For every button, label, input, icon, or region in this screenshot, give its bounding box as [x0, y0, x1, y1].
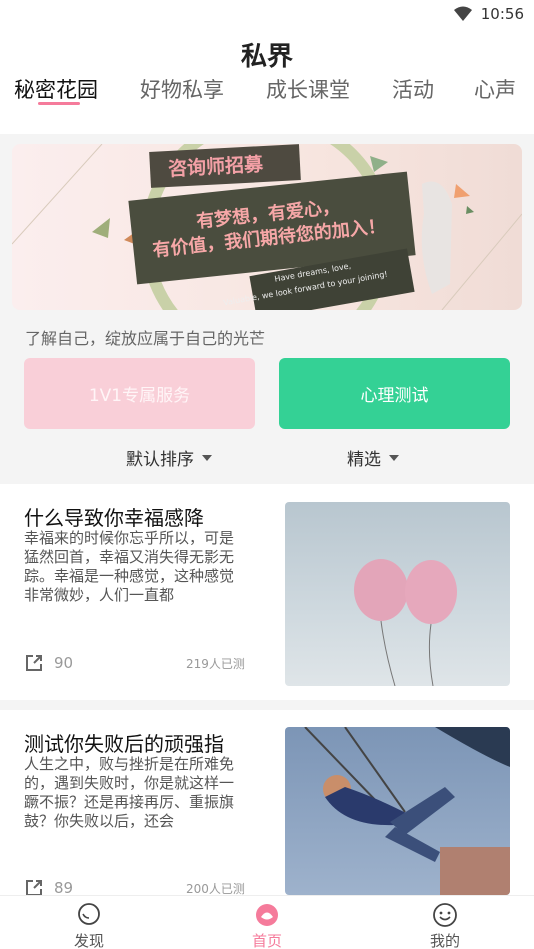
- banner-subtitle: 了解自己，绽放应属于自己的光芒: [25, 329, 266, 348]
- page-title: 私界: [240, 42, 293, 72]
- tab-goods[interactable]: 好物私享: [140, 74, 224, 104]
- featured-label: 精选: [347, 450, 381, 470]
- share-count: 90: [54, 654, 74, 672]
- recruit-banner[interactable]: 咨询师招募 有梦想，有爱心， 有价值，我们期待您的加入！ Have dreams…: [12, 144, 522, 310]
- main-area: 咨询师招募 有梦想，有爱心， 有价值，我们期待您的加入！ Have dreams…: [0, 134, 534, 484]
- tab-activity[interactable]: 活动: [392, 74, 434, 104]
- card-title: 什么导致你幸福感降: [24, 506, 204, 530]
- active-tab-indicator: [38, 102, 80, 105]
- caret-down-icon: [202, 454, 212, 461]
- list-item[interactable]: 测试你失败后的顽强指 人生之中，败与挫折是在所难免的，遇到失败时，你是就这样一蹶…: [0, 710, 534, 897]
- tab-voice[interactable]: 心声: [474, 74, 516, 104]
- nav-discover-label: 发现: [73, 932, 104, 949]
- card-description: 人生之中，败与挫折是在所难免的，遇到失败时，你是就这样一蹶不振？还是再接再厉、重…: [24, 755, 235, 830]
- tab-growth-class[interactable]: 成长课堂: [266, 74, 350, 104]
- card-description: 幸福来的时候你忘乎所以，可是猛然回首，幸福又消失得无影无踪。幸福是一种感觉，这种…: [24, 529, 235, 604]
- status-time: 10:56: [480, 5, 524, 23]
- home-icon: [256, 904, 278, 926]
- nav-mine[interactable]: 我的: [400, 902, 490, 949]
- share-button[interactable]: 90: [24, 653, 73, 673]
- nav-discover[interactable]: 发现: [44, 902, 134, 949]
- featured-dropdown[interactable]: 精选: [347, 445, 399, 470]
- sort-dropdown[interactable]: 默认排序: [126, 445, 212, 470]
- psych-test-button[interactable]: 心理测试: [279, 358, 510, 429]
- smiley-icon: [433, 903, 457, 927]
- sort-label: 默认排序: [126, 450, 194, 470]
- swing-image: [285, 727, 510, 895]
- search-icon: [78, 903, 100, 925]
- status-bar: 10:56: [0, 0, 534, 30]
- banner-headline: 咨询师招募: [167, 153, 264, 181]
- service-button[interactable]: 1V1专属服务: [24, 358, 255, 429]
- nav-home[interactable]: 首页: [222, 902, 312, 949]
- share-icon: [26, 655, 42, 671]
- nav-mine-label: 我的: [429, 932, 460, 949]
- caret-down-icon: [389, 454, 399, 461]
- header: 私界 秘密花园 好物私享 成长课堂 活动 心声: [0, 30, 534, 134]
- category-tabs: 秘密花园 好物私享 成长课堂 活动 心声: [0, 74, 534, 114]
- tested-count: 219人已测: [186, 657, 245, 671]
- tab-secret-garden[interactable]: 秘密花园: [14, 74, 98, 104]
- wifi-icon: [454, 6, 472, 21]
- balloons-image: [285, 502, 510, 686]
- nav-home-label: 首页: [251, 932, 282, 949]
- bottom-nav: 发现 首页 我的: [0, 895, 534, 949]
- card-title: 测试你失败后的顽强指: [24, 732, 224, 756]
- list-item[interactable]: 什么导致你幸福感降 幸福来的时候你忘乎所以，可是猛然回首，幸福又消失得无影无踪。…: [0, 484, 534, 700]
